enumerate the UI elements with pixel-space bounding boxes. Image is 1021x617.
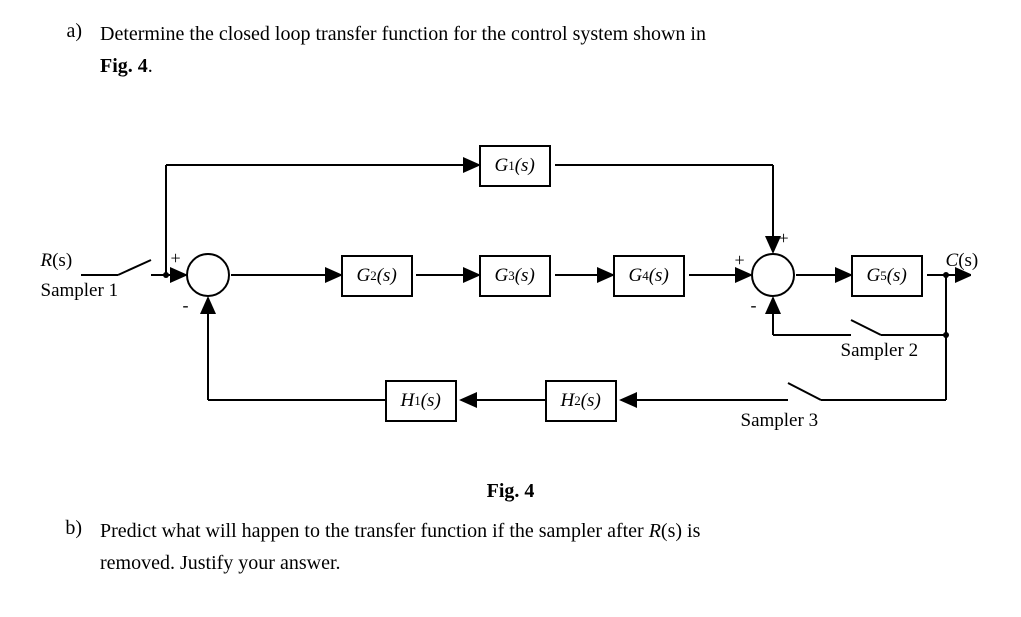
question-b-line1: b) Predict what will happen to the trans… bbox=[40, 517, 981, 545]
qb-text1-after: (s) is bbox=[661, 520, 700, 542]
qb-text2: removed. Justify your answer. bbox=[100, 549, 981, 577]
block-diagram: R(s) Sampler 1 + - G1(s) G2(s) G3(s) G4(… bbox=[51, 110, 971, 470]
output-label: C(s) bbox=[946, 250, 979, 272]
block-g1: G1(s) bbox=[479, 145, 551, 187]
sampler1-label: Sampler 1 bbox=[41, 280, 119, 302]
figure-caption: Fig. 4 bbox=[40, 480, 981, 503]
sum2-plus-left: + bbox=[735, 250, 745, 271]
question-b-letter: b) bbox=[40, 517, 100, 540]
sum1-plus: + bbox=[171, 248, 181, 269]
question-b-line2: removed. Justify your answer. bbox=[40, 549, 981, 577]
block-g3: G3(s) bbox=[479, 255, 551, 297]
qb-text1: Predict what will happen to the transfer… bbox=[100, 520, 649, 542]
summing-junction-2 bbox=[751, 253, 795, 297]
block-h2: H2(s) bbox=[545, 380, 617, 422]
sum1-minus: - bbox=[183, 295, 189, 316]
block-g5: G5(s) bbox=[851, 255, 923, 297]
sampler2-label: Sampler 2 bbox=[841, 340, 919, 362]
block-g2: G2(s) bbox=[341, 255, 413, 297]
fig4-after: . bbox=[148, 55, 153, 77]
block-h1: H1(s) bbox=[385, 380, 457, 422]
question-a-line1: a) Determine the closed loop transfer fu… bbox=[40, 20, 981, 48]
sum2-plus-top: + bbox=[779, 228, 789, 249]
fig4-bold: Fig. 4 bbox=[100, 55, 148, 77]
summing-junction-1 bbox=[186, 253, 230, 297]
sampler3-label: Sampler 3 bbox=[741, 410, 819, 432]
qb-Rs-R: R bbox=[649, 520, 661, 542]
sum2-minus: - bbox=[751, 295, 757, 316]
question-a-line2: Fig. 4. bbox=[40, 52, 981, 80]
block-g4: G4(s) bbox=[613, 255, 685, 297]
input-label: R(s) bbox=[41, 250, 73, 272]
question-a-letter: a) bbox=[40, 20, 100, 43]
question-a-text1: Determine the closed loop transfer funct… bbox=[100, 20, 981, 48]
